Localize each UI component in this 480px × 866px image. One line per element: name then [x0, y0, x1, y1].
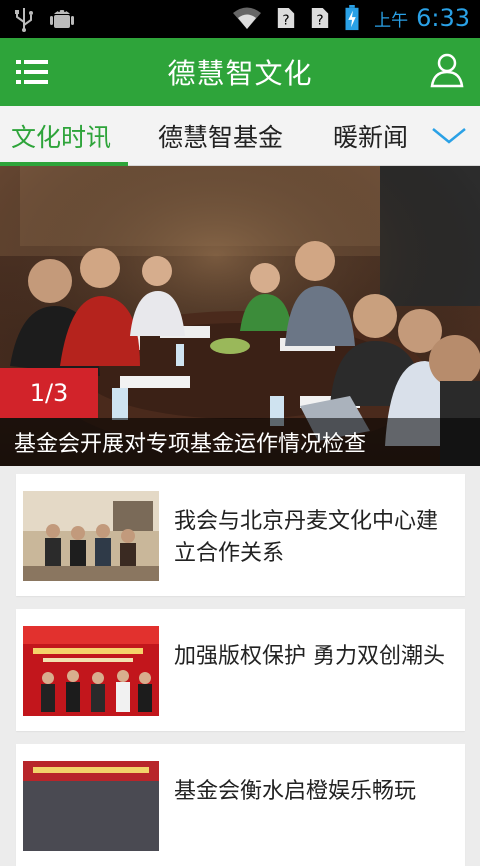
news-title: 我会与北京丹麦文化中心建立合作关系	[174, 509, 439, 566]
news-title: 加强版权保护 勇力双创潮头	[174, 644, 445, 669]
clock-time: 6:33	[416, 4, 470, 32]
clock-ampm: 上午	[374, 10, 409, 31]
user-button[interactable]	[430, 52, 464, 88]
news-item[interactable]: 我会与北京丹麦文化中心建立合作关系	[16, 474, 465, 596]
svg-text:?: ?	[316, 12, 323, 28]
news-thumbnail	[23, 626, 159, 716]
tab-culture-news[interactable]: 文化时讯	[11, 118, 111, 154]
usb-icon	[15, 8, 33, 32]
app-title: 德慧智文化	[167, 57, 313, 90]
news-item[interactable]: 加强版权保护 勇力双创潮头	[16, 609, 465, 731]
battery-charging-icon	[345, 5, 359, 31]
android-icon	[50, 10, 74, 28]
news-thumbnail	[23, 761, 159, 851]
wifi-icon	[233, 7, 262, 29]
sim-unknown-icon: ?	[277, 8, 295, 28]
tab-dehuizhi-fund[interactable]: 德慧智基金	[158, 118, 283, 154]
status-bar-left	[12, 6, 74, 32]
app-bar: 德慧智文化	[0, 38, 480, 106]
banner-page-counter: 1/3	[0, 368, 98, 418]
banner-caption: 基金会开展对专项基金运作情况检查	[14, 432, 367, 457]
category-tabs: 文化时讯 德慧智基金 暖新闻	[0, 106, 480, 166]
status-bar: ? ? 上午 6:33	[0, 0, 480, 38]
news-title: 基金会衡水启橙娱乐畅玩	[174, 779, 417, 804]
svg-text:?: ?	[282, 12, 289, 28]
sim-unknown-icon: ?	[311, 8, 329, 28]
tab-warm-news[interactable]: 暖新闻	[333, 118, 408, 154]
news-thumbnail	[23, 491, 159, 581]
status-bar-right: ? ? 上午 6:33	[232, 4, 470, 32]
chevron-down-icon	[432, 128, 466, 144]
featured-banner[interactable]: 1/3 基金会开展对专项基金运作情况检查	[0, 166, 480, 466]
tabs-more-button[interactable]	[430, 120, 468, 150]
news-item[interactable]: 基金会衡水启橙娱乐畅玩	[16, 744, 465, 866]
user-icon	[430, 53, 464, 88]
